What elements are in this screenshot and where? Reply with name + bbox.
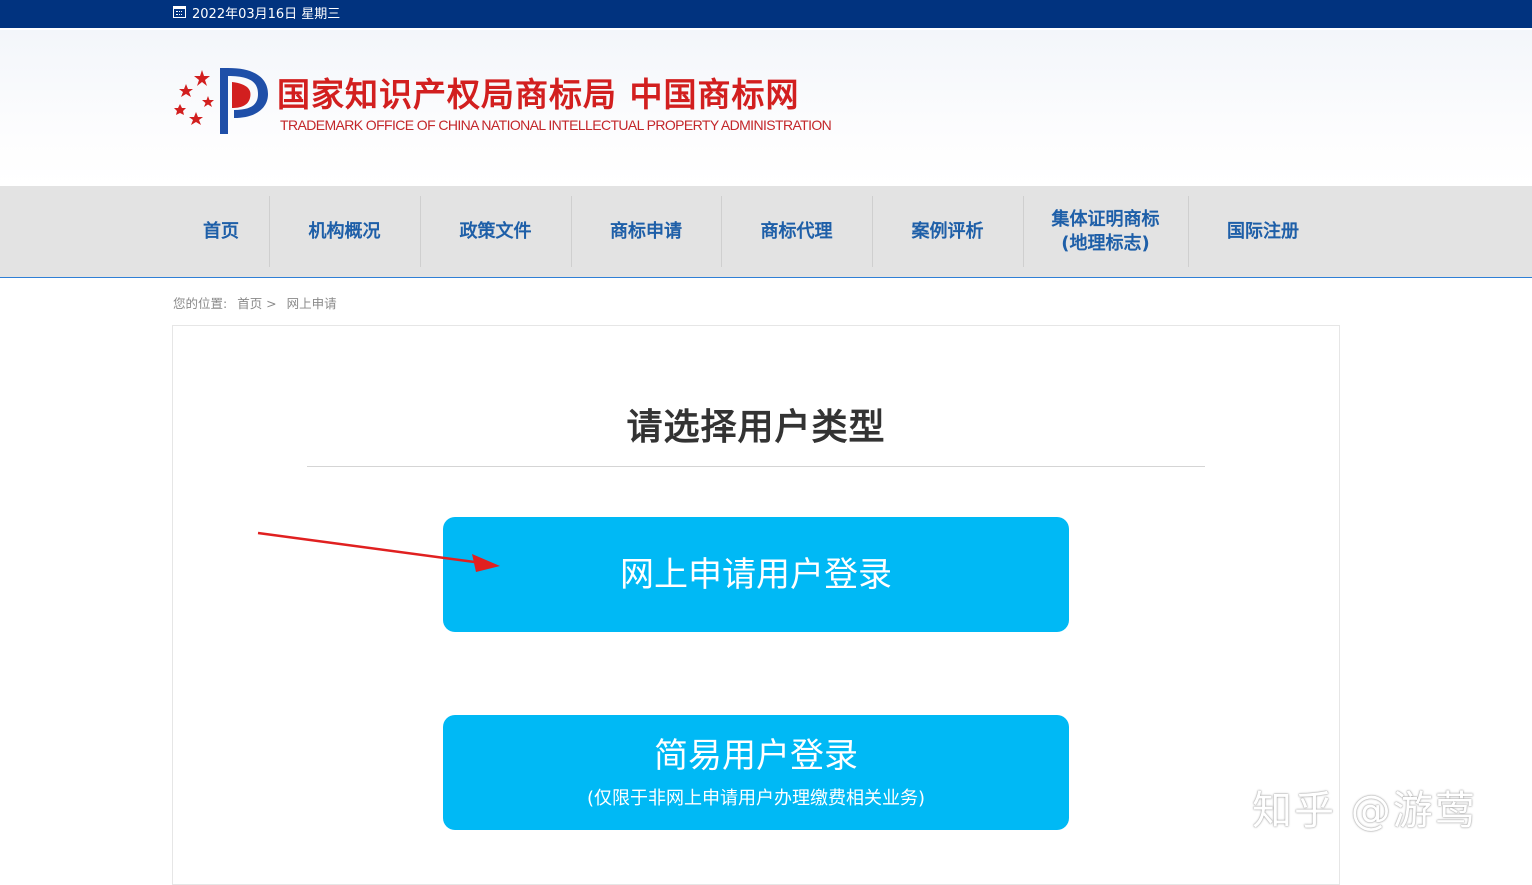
- button-label: 简易用户登录: [654, 735, 858, 776]
- zhihu-watermark: 知乎 @游莺: [1252, 788, 1477, 834]
- site-header: 国家知识产权局商标局 中国商标网 TRADEMARK OFFICE OF CHI…: [0, 30, 1532, 186]
- top-bar: 2022年03月16日 星期三: [0, 0, 1532, 30]
- simple-user-login-button[interactable]: 简易用户登录 (仅限于非网上申请用户办理缴费相关业务): [443, 715, 1069, 830]
- logo-emblem-icon[interactable]: [172, 62, 272, 138]
- nav-item-international[interactable]: 国际注册: [1188, 196, 1338, 267]
- nav-item-about[interactable]: 机构概况: [269, 196, 421, 267]
- button-sublabel: (仅限于非网上申请用户办理缴费相关业务): [586, 787, 926, 809]
- nav-sublabel: (地理标志): [1061, 232, 1150, 254]
- nav-item-home[interactable]: 首页: [173, 196, 270, 267]
- online-applicant-login-button[interactable]: 网上申请用户登录: [443, 517, 1069, 632]
- nav-item-application[interactable]: 商标申请: [571, 196, 722, 267]
- calendar-icon: [173, 6, 186, 18]
- main-nav: 首页 机构概况 政策文件 商标申请 商标代理 案例评析 集体证明商标 (地理标志…: [0, 186, 1532, 278]
- nav-label: 商标申请: [610, 220, 682, 242]
- site-title-en: TRADEMARK OFFICE OF CHINA NATIONAL INTEL…: [280, 117, 832, 133]
- nav-item-policy[interactable]: 政策文件: [420, 196, 572, 267]
- breadcrumb-home-link[interactable]: 首页 >: [237, 296, 276, 311]
- user-type-panel: 请选择用户类型 网上申请用户登录 简易用户登录 (仅限于非网上申请用户办理缴费相…: [172, 325, 1340, 885]
- breadcrumb-current: 网上申请: [286, 296, 337, 311]
- nav-label: 国际注册: [1227, 220, 1299, 242]
- button-label: 网上申请用户登录: [620, 554, 892, 595]
- site-title-cn: 国家知识产权局商标局 中国商标网: [277, 75, 800, 114]
- nav-label: 集体证明商标: [1051, 208, 1160, 230]
- date-display: 2022年03月16日 星期三: [173, 0, 340, 24]
- nav-label: 商标代理: [760, 220, 833, 242]
- nav-label: 首页: [203, 220, 239, 242]
- breadcrumb-prefix: 您的位置:: [173, 296, 228, 311]
- page-title: 请选择用户类型: [626, 407, 886, 448]
- nav-label: 案例评析: [911, 220, 984, 242]
- date-text: 2022年03月16日 星期三: [192, 6, 341, 22]
- nav-label: 机构概况: [308, 220, 381, 242]
- breadcrumb: 您的位置: 首页 > 网上申请: [173, 293, 343, 312]
- nav-item-cases[interactable]: 案例评析: [872, 196, 1024, 267]
- annotation-arrow-icon: [257, 531, 500, 572]
- nav-item-collective-marks[interactable]: 集体证明商标 (地理标志): [1023, 196, 1189, 267]
- nav-item-agency[interactable]: 商标代理: [721, 196, 873, 267]
- title-divider: [307, 466, 1205, 467]
- nav-label: 政策文件: [459, 220, 532, 242]
